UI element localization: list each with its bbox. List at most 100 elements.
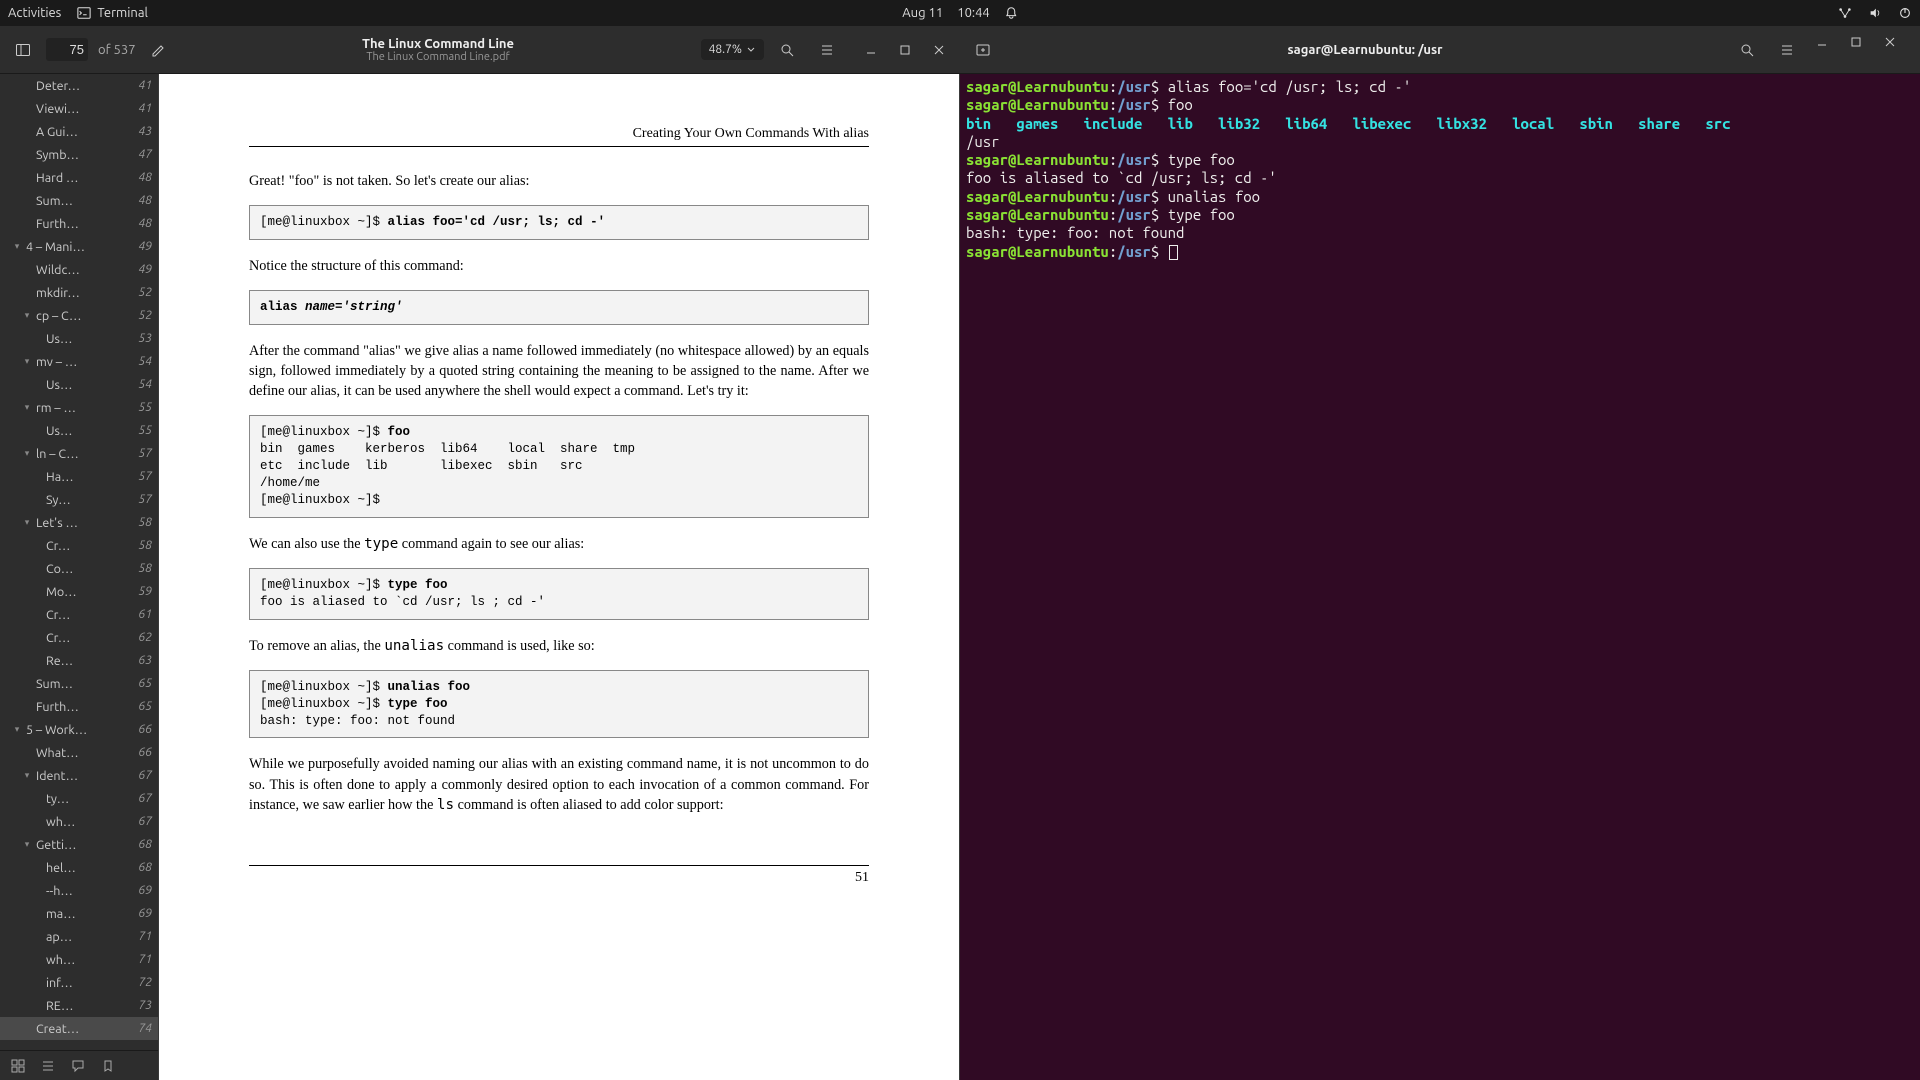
- outline-item[interactable]: Cr…62: [0, 626, 158, 649]
- outline-item[interactable]: ▾ln – C…57: [0, 442, 158, 465]
- active-app[interactable]: Terminal: [77, 6, 148, 20]
- outline-item[interactable]: Sy…57: [0, 488, 158, 511]
- zoom-value: 48.7%: [709, 43, 742, 56]
- minimize-button[interactable]: [856, 36, 886, 64]
- code-block: alias name='string': [249, 290, 869, 325]
- outline-item[interactable]: Symb…47: [0, 143, 158, 166]
- outline-item[interactable]: Co…58: [0, 557, 158, 580]
- outline-item[interactable]: Us…54: [0, 373, 158, 396]
- annotate-button[interactable]: [142, 33, 176, 67]
- active-app-label: Terminal: [97, 6, 148, 20]
- maximize-button[interactable]: [890, 36, 920, 64]
- page-number-input[interactable]: [46, 38, 88, 61]
- network-icon[interactable]: [1838, 6, 1852, 20]
- search-button[interactable]: [770, 33, 804, 67]
- code-block: [me@linuxbox ~]$ foo bin games kerberos …: [249, 415, 869, 517]
- outline-item[interactable]: Furth…65: [0, 695, 158, 718]
- outline-item[interactable]: ▾mv – …54: [0, 350, 158, 373]
- terminal-icon: [77, 6, 91, 20]
- outline-item[interactable]: wh…71: [0, 948, 158, 971]
- outline-item[interactable]: ap…71: [0, 925, 158, 948]
- outline-item[interactable]: Sum…48: [0, 189, 158, 212]
- outline-item[interactable]: ▾Let's …58: [0, 511, 158, 534]
- outline-item[interactable]: Viewi…41: [0, 97, 158, 120]
- outline-item[interactable]: ▾5 – Work…66: [0, 718, 158, 741]
- paragraph: While we purposefully avoided naming our…: [249, 754, 869, 814]
- outline-item[interactable]: ma…69: [0, 902, 158, 925]
- section-header: Creating Your Own Commands With alias: [249, 124, 869, 147]
- outline-item[interactable]: ▾4 – Mani…49: [0, 235, 158, 258]
- outline-item[interactable]: What…66: [0, 741, 158, 764]
- menu-button[interactable]: [810, 33, 844, 67]
- outline-item[interactable]: Cr…58: [0, 534, 158, 557]
- sidebar-toggle-button[interactable]: [6, 33, 40, 67]
- pdf-viewer-window: of 537 The Linux Command Line The Linux …: [0, 26, 960, 1080]
- page-number: 51: [249, 866, 869, 888]
- outline-item[interactable]: Sum…65: [0, 672, 158, 695]
- paragraph: Great! "foo" is not taken. So let's crea…: [249, 171, 869, 191]
- outline-item[interactable]: ▾Getti…68: [0, 833, 158, 856]
- terminal-body[interactable]: sagar@Learnubuntu:/usr$ alias foo='cd /u…: [960, 74, 1920, 1080]
- terminal-maximize-button[interactable]: [1850, 36, 1880, 64]
- outline-item[interactable]: Re…63: [0, 649, 158, 672]
- activities-button[interactable]: Activities: [8, 6, 61, 20]
- outline-item[interactable]: RE…73: [0, 994, 158, 1017]
- paragraph: We can also use the type command again t…: [249, 534, 869, 554]
- hamburger-icon: [819, 42, 835, 58]
- outline-item[interactable]: A Gui…43: [0, 120, 158, 143]
- code-block: [me@linuxbox ~]$ type foo foo is aliased…: [249, 568, 869, 620]
- outline-view-button[interactable]: [34, 1053, 62, 1078]
- outline-toolbar: [0, 1050, 158, 1080]
- outline-item[interactable]: Mo…59: [0, 580, 158, 603]
- paragraph: Notice the structure of this command:: [249, 256, 869, 276]
- code-block: [me@linuxbox ~]$ unalias foo [me@linuxbo…: [249, 670, 869, 739]
- outline-item[interactable]: hel…68: [0, 856, 158, 879]
- bookmarks-view-button[interactable]: [94, 1053, 122, 1078]
- outline-item[interactable]: ▾rm – …55: [0, 396, 158, 419]
- terminal-menu-button[interactable]: [1770, 33, 1804, 67]
- terminal-search-button[interactable]: [1730, 33, 1764, 67]
- volume-icon[interactable]: [1868, 6, 1882, 20]
- outline-item[interactable]: --h…69: [0, 879, 158, 902]
- outline-item[interactable]: Wildc…49: [0, 258, 158, 281]
- power-icon[interactable]: [1898, 6, 1912, 20]
- outline-item[interactable]: mkdir…52: [0, 281, 158, 304]
- notification-icon[interactable]: [1004, 6, 1018, 20]
- pdf-title: The Linux Command Line: [182, 37, 695, 51]
- topbar-date[interactable]: Aug 11: [902, 6, 943, 20]
- terminal-minimize-button[interactable]: [1816, 36, 1846, 64]
- new-tab-button[interactable]: [966, 33, 1000, 67]
- outline-item[interactable]: wh…67: [0, 810, 158, 833]
- annotations-view-button[interactable]: [64, 1053, 92, 1078]
- terminal-header-bar: sagar@Learnubuntu: /usr: [960, 26, 1920, 74]
- paragraph: After the command "alias" we give alias …: [249, 341, 869, 401]
- gnome-topbar: Activities Terminal Aug 11 10:44: [0, 0, 1920, 26]
- outline-item[interactable]: Us…55: [0, 419, 158, 442]
- outline-panel: Deter…41Viewi…41A Gui…43Symb…47Hard …48S…: [0, 74, 158, 1080]
- outline-item[interactable]: inf…72: [0, 971, 158, 994]
- zoom-dropdown[interactable]: 48.7%: [701, 39, 764, 60]
- outline-item[interactable]: Cr…61: [0, 603, 158, 626]
- terminal-window: sagar@Learnubuntu: /usr sagar@Learnubunt…: [960, 26, 1920, 1080]
- outline-item[interactable]: ty…67: [0, 787, 158, 810]
- outline-item[interactable]: Furth…48: [0, 212, 158, 235]
- code-block: [me@linuxbox ~]$ alias foo='cd /usr; ls;…: [249, 205, 869, 240]
- page-total-label: of 537: [98, 43, 136, 57]
- pdf-page: Creating Your Own Commands With alias Gr…: [159, 74, 959, 1080]
- outline-item[interactable]: Hard …48: [0, 166, 158, 189]
- outline-item[interactable]: Us…53: [0, 327, 158, 350]
- search-icon: [779, 42, 795, 58]
- topbar-time[interactable]: 10:44: [957, 6, 990, 20]
- thumbnails-view-button[interactable]: [4, 1053, 32, 1078]
- outline-item[interactable]: Creat…74: [0, 1017, 158, 1040]
- close-button[interactable]: [924, 36, 954, 64]
- outline-item[interactable]: ▾cp – C…52: [0, 304, 158, 327]
- paragraph: To remove an alias, the unalias command …: [249, 636, 869, 656]
- pdf-page-area[interactable]: Creating Your Own Commands With alias Gr…: [158, 74, 960, 1080]
- outline-item[interactable]: Deter…41: [0, 74, 158, 97]
- outline-item[interactable]: Ha…57: [0, 465, 158, 488]
- terminal-close-button[interactable]: [1884, 36, 1914, 64]
- outline-item[interactable]: ▾Ident…67: [0, 764, 158, 787]
- chevron-down-icon: [746, 45, 756, 55]
- search-icon: [1739, 42, 1755, 58]
